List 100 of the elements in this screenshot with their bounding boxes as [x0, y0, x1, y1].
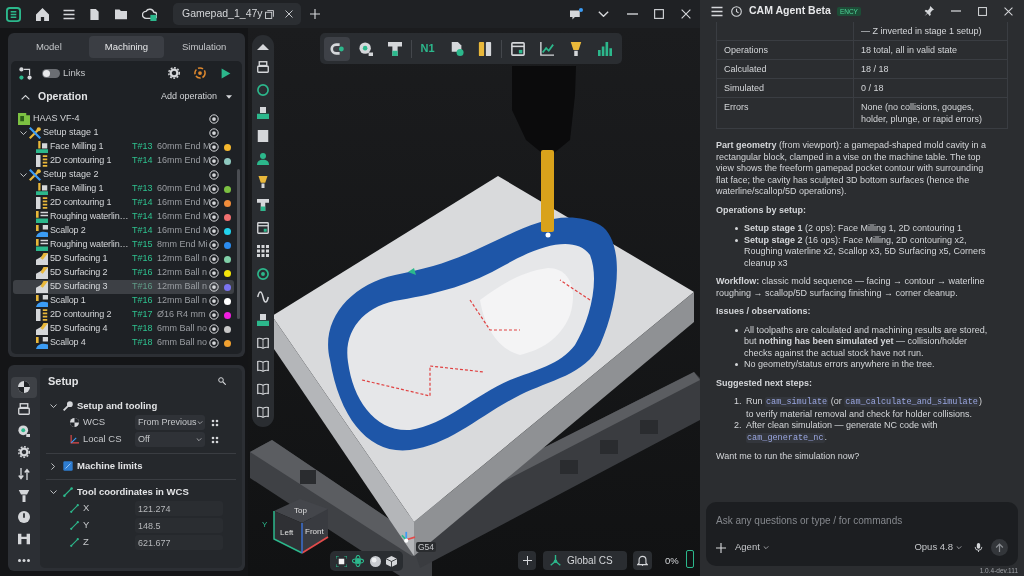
atom-icon[interactable] — [352, 555, 365, 567]
setup-name[interactable]: Setup stage 2 — [43, 168, 208, 182]
grip-icon[interactable] — [211, 418, 219, 427]
clock-icon[interactable] — [731, 5, 742, 17]
folder-icon[interactable] — [114, 8, 128, 20]
model-dropdown[interactable]: Opus 4.8 — [914, 540, 962, 555]
notifications-button[interactable] — [633, 551, 652, 570]
chat-input-field[interactable]: Ask any questions or type / for commands — [716, 512, 1008, 528]
coordinate-field[interactable]: 148.5 — [135, 518, 223, 533]
settings-icon[interactable] — [168, 67, 180, 79]
grip-icon[interactable] — [211, 435, 219, 444]
operation-row[interactable]: 5D Surfacing 1 T#16 12mm Ball n — [13, 252, 234, 266]
toolbar-button[interactable] — [324, 36, 350, 61]
coordinate-field[interactable]: 121.274 — [135, 501, 223, 516]
toolbar-button[interactable]: N1 — [414, 36, 441, 61]
crossed-tools-icon — [29, 127, 41, 139]
printer-icon[interactable] — [257, 61, 269, 73]
side-tab[interactable] — [11, 377, 37, 398]
chat-icon[interactable] — [569, 7, 584, 21]
nodes-icon[interactable] — [19, 66, 32, 80]
operation-row[interactable]: 5D Surfacing 4 T#18 6mm Ball no — [13, 322, 234, 336]
caret-up-icon[interactable] — [257, 44, 269, 50]
section-title[interactable]: Machine limits — [77, 458, 143, 474]
coordinate-system-dropdown[interactable]: Global CS — [543, 551, 627, 570]
chevron-down-icon[interactable] — [20, 173, 27, 177]
plus-icon[interactable] — [310, 9, 320, 19]
menu-icon[interactable] — [63, 8, 75, 20]
cloud-badge-icon[interactable] — [142, 7, 157, 21]
restore-icon[interactable] — [265, 9, 274, 19]
operation-row[interactable]: 2D contouring 2 T#17 Ø16 R4 mm — [13, 308, 234, 322]
slash-square-icon — [63, 461, 73, 471]
maximize-icon[interactable] — [654, 9, 664, 19]
operation-row[interactable]: Scallop 4 T#18 6mm Ball no — [13, 336, 234, 350]
operation-row[interactable]: 2D contouring 1 T#14 16mm End M — [13, 154, 234, 168]
file-icon[interactable] — [89, 7, 100, 21]
window-icon[interactable] — [257, 222, 269, 234]
scrollbar[interactable] — [237, 169, 240, 319]
tool-description: 12mm Ball n — [157, 266, 208, 280]
panel-tab[interactable]: Model — [11, 36, 87, 58]
grid-icon[interactable] — [257, 245, 269, 257]
search-icon[interactable] — [218, 377, 226, 385]
panel-tab[interactable]: Simulation — [166, 36, 242, 58]
chevron-down-icon[interactable] — [598, 11, 609, 17]
chevron-down-icon[interactable] — [50, 490, 57, 494]
panel-tab[interactable]: Machining — [88, 36, 165, 58]
target-icon[interactable] — [257, 268, 269, 280]
chevron-down-icon[interactable] — [20, 131, 27, 135]
book-icon[interactable] — [257, 406, 269, 418]
home-icon[interactable] — [36, 7, 49, 21]
pin-icon[interactable] — [924, 6, 934, 16]
ring-icon[interactable] — [257, 84, 269, 96]
menu-icon[interactable] — [711, 5, 723, 17]
t-shape-icon[interactable] — [257, 199, 269, 211]
ramp-tool-icon — [36, 267, 48, 279]
book-icon[interactable] — [257, 360, 269, 372]
operation-row[interactable]: Scallop 2 T#14 16mm End M — [13, 224, 234, 238]
cube-icon[interactable] — [386, 555, 397, 567]
logo-icon[interactable] — [6, 6, 21, 22]
tray-icon[interactable] — [257, 314, 269, 326]
dropdown[interactable]: Off — [135, 432, 205, 447]
lamp-icon[interactable] — [257, 176, 269, 188]
add-button[interactable] — [518, 551, 536, 570]
person-icon[interactable] — [257, 153, 269, 165]
chevron-right-icon[interactable] — [51, 462, 55, 470]
document-tab[interactable]: Gamepad_1_47y — [173, 3, 301, 25]
book-icon[interactable] — [257, 383, 269, 395]
close-icon[interactable] — [285, 10, 293, 18]
close-icon[interactable] — [1004, 6, 1013, 16]
play-icon[interactable] — [221, 67, 231, 79]
send-button[interactable] — [991, 539, 1008, 556]
setup-name[interactable]: Setup stage 1 — [43, 126, 208, 140]
orbit-icon[interactable] — [194, 67, 206, 79]
operation-row[interactable]: Roughing waterlin… T#14 16mm End M — [13, 210, 234, 224]
mode-dropdown[interactable]: Agent — [735, 540, 769, 555]
microphone-icon[interactable] — [974, 542, 983, 553]
add-operation-dropdown[interactable]: Add operation — [160, 90, 232, 104]
sphere-icon[interactable] — [369, 555, 381, 567]
coordinate-field[interactable]: 621.677 — [135, 535, 223, 550]
operation-row[interactable]: Scallop 1 T#16 12mm Ball n — [13, 294, 234, 308]
dropdown[interactable]: From Previous — [135, 415, 205, 430]
focus-square-icon[interactable] — [336, 555, 347, 567]
square-icon[interactable] — [257, 130, 269, 142]
section-title[interactable]: Setup and tooling — [77, 398, 158, 414]
operation-row[interactable]: Face Milling 1 T#13 60mm End M — [13, 182, 234, 196]
chevron-down-icon[interactable] — [50, 404, 57, 408]
tray-icon[interactable] — [257, 107, 269, 119]
operation-row[interactable]: 5D Surfacing 2 T#16 12mm Ball n — [13, 266, 234, 280]
operation-row[interactable]: Face Milling 1 T#13 60mm End M — [13, 140, 234, 154]
section-title[interactable]: Tool coordinates in WCS — [77, 484, 189, 500]
maximize-icon[interactable] — [978, 6, 987, 16]
wave-icon[interactable] — [257, 291, 269, 303]
caret-up-icon[interactable] — [21, 94, 30, 100]
book-icon[interactable] — [257, 337, 269, 349]
operation-row[interactable]: 5D Surfacing 3 T#16 12mm Ball n — [13, 280, 234, 294]
links-toggle[interactable] — [42, 68, 60, 78]
operation-name: 5D Surfacing 4 — [50, 322, 109, 336]
operation-row[interactable]: 2D contouring 1 T#14 16mm End M — [13, 196, 234, 210]
close-icon[interactable] — [681, 9, 691, 19]
operation-row[interactable]: Roughing waterlin… T#15 8mm End Mi — [13, 238, 234, 252]
plus-icon[interactable] — [716, 542, 726, 553]
